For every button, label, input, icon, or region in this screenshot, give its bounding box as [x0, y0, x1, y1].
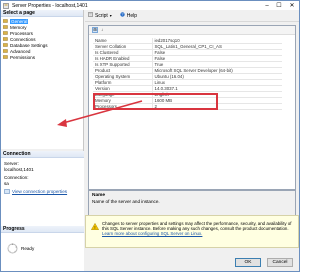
select-page-header: Select a page: [1, 10, 83, 17]
progress-status: Ready: [21, 246, 35, 251]
maximize-button[interactable]: ☐: [273, 1, 285, 10]
os-platform-highlight: [93, 93, 218, 110]
dialog-buttons: OK Cancel: [85, 252, 299, 271]
page-icon: [3, 25, 8, 29]
page-icon: [3, 31, 8, 35]
learn-more-link[interactable]: Learn more about configuring SQL Server …: [102, 231, 295, 236]
page-icon: [3, 19, 8, 23]
script-label: Script: [95, 12, 108, 19]
warning-banner: ! Changes to server properties and setti…: [85, 215, 299, 248]
warning-text: Changes to server properties and setting…: [102, 221, 292, 232]
page-item-label: Advanced: [10, 48, 31, 54]
connection-section: Connection Server: localhost,1401 Connec…: [1, 151, 84, 231]
minimize-button[interactable]: –: [261, 1, 273, 10]
page-icon: [3, 37, 8, 41]
help-label: Help: [126, 12, 138, 19]
alphabetical-sort-icon[interactable]: ↓: [99, 27, 105, 33]
window-title: Server Properties - localhost,1401: [12, 2, 88, 9]
page-item-label: Database Settings: [10, 42, 48, 48]
description-text: Name of the server and instance.: [92, 199, 160, 204]
help-icon: ?: [120, 12, 125, 19]
app-icon: [3, 2, 9, 9]
script-icon: [88, 12, 93, 19]
page-item-label: Memory: [10, 24, 27, 30]
help-button[interactable]: ? Help: [120, 12, 137, 19]
script-button[interactable]: Script ▾: [88, 12, 112, 19]
ok-button[interactable]: OK: [235, 258, 261, 267]
sort-toolbar: ⊞ ↓: [89, 26, 295, 35]
title-bar: Server Properties - localhost,1401 – ☐ ✕: [1, 1, 299, 10]
chevron-down-icon: ▾: [109, 13, 112, 18]
page-icon: [3, 49, 8, 53]
progress-section: Progress Ready: [1, 226, 84, 271]
warning-icon: !: [91, 223, 99, 230]
close-button[interactable]: ✕: [285, 1, 299, 10]
toolbar: Script ▾ ? Help: [85, 10, 299, 22]
description-name: Name: [92, 193, 106, 198]
connection-value: sa: [4, 180, 9, 186]
page-item-label: Processors: [10, 30, 33, 36]
page-list: General Memory Processors Connections Da…: [1, 17, 83, 149]
page-item-label: Connections: [10, 36, 36, 42]
connection-header: Connection: [1, 151, 84, 158]
page-icon: [3, 43, 8, 47]
page-item-permissions[interactable]: Permissions: [1, 54, 83, 60]
progress-icon: [7, 243, 18, 254]
svg-text:?: ?: [121, 13, 123, 17]
page-icon: [3, 55, 8, 59]
progress-header: Progress: [1, 226, 84, 233]
main-panel: Script ▾ ? Help ⊞ ↓ Name ied2017sq10 Serve…: [85, 10, 299, 271]
view-connection-properties-link[interactable]: View connection properties: [12, 189, 67, 195]
page-item-label: General: [10, 18, 29, 24]
categorized-sort-icon[interactable]: ⊞: [92, 27, 98, 33]
server-icon: [4, 189, 10, 194]
server-value: localhost,1401: [4, 166, 34, 172]
left-panel: Select a page General Memory Processors …: [1, 10, 84, 271]
description-panel: Name Name of the server and instance.: [88, 190, 296, 216]
cancel-button[interactable]: Cancel: [267, 258, 293, 267]
svg-text:!: !: [94, 225, 95, 230]
page-item-label: Permissions: [10, 54, 36, 60]
server-properties-window: Server Properties - localhost,1401 – ☐ ✕…: [0, 0, 300, 272]
